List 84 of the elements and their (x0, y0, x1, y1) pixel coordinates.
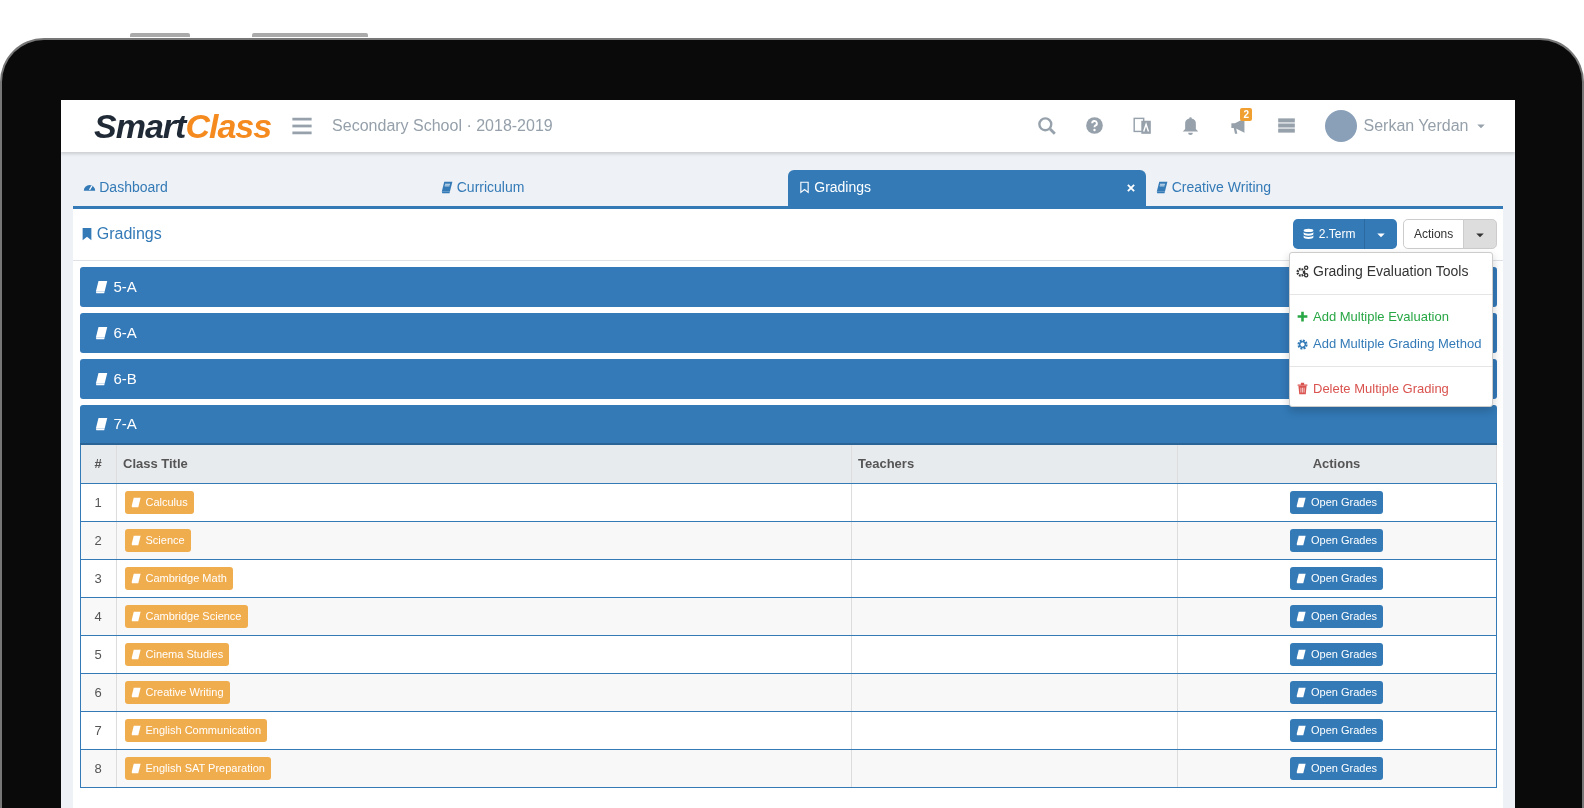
book-icon (1295, 724, 1307, 736)
menu-item[interactable]: Add Multiple Evaluation (1290, 302, 1492, 331)
logo[interactable]: SmartClass (94, 108, 272, 143)
row-number: 5 (80, 635, 116, 674)
translate-icon[interactable] (1133, 116, 1152, 136)
tab[interactable]: Gradings (788, 169, 1146, 206)
menu-item[interactable]: Delete Multiple Grading (1290, 374, 1492, 403)
class-title-label: Calculus (124, 491, 194, 514)
tab[interactable]: Curriculum (430, 169, 788, 206)
actions-dropdown-toggle[interactable] (1463, 219, 1497, 250)
book-icon (1295, 572, 1307, 584)
book-icon (1295, 534, 1307, 546)
class-title-label: Cambridge Math (124, 567, 233, 590)
book-icon (1295, 648, 1307, 660)
gears-icon (1296, 264, 1309, 278)
database-icon (1302, 227, 1316, 241)
book-icon (130, 686, 142, 698)
column-header: Teachers (851, 445, 1177, 484)
book-icon (130, 724, 142, 736)
class-group-header[interactable]: 6-A (79, 313, 1285, 354)
class-group-header[interactable]: 6-B (79, 359, 1285, 400)
open-grades-button[interactable]: Open Grades (1289, 757, 1383, 780)
open-grades-button[interactable]: Open Grades (1289, 605, 1383, 628)
actions-button[interactable]: Actions (1403, 219, 1464, 250)
class-group-header[interactable]: 7-A (79, 405, 1497, 446)
book-icon (1295, 686, 1307, 698)
class-title-label: Science (124, 529, 191, 552)
book-icon (94, 372, 109, 387)
book-icon (94, 326, 109, 341)
book-icon (94, 417, 109, 432)
book-icon (1295, 496, 1307, 508)
column-header: # (80, 445, 116, 484)
open-grades-button[interactable]: Open Grades (1289, 643, 1383, 666)
gear-icon (1296, 337, 1309, 351)
row-number: 7 (80, 711, 116, 750)
bookmark-icon (798, 181, 811, 195)
open-grades-button[interactable]: Open Grades (1289, 529, 1383, 552)
bell-icon[interactable] (1181, 116, 1200, 136)
menu-item[interactable]: Add Multiple Grading Method (1290, 330, 1492, 358)
book-icon (1295, 610, 1307, 622)
book-icon (130, 496, 142, 508)
open-grades-button[interactable]: Open Grades (1289, 567, 1383, 590)
class-title-label: Cambridge Science (124, 605, 248, 628)
user-name[interactable]: Serkan Yerdan (1363, 113, 1469, 138)
row-number: 1 (80, 483, 116, 522)
close-icon[interactable] (1125, 182, 1136, 193)
book-icon (1295, 762, 1307, 774)
book-icon (1155, 181, 1169, 195)
server-icon[interactable] (1277, 116, 1296, 136)
search-icon[interactable] (1037, 116, 1056, 136)
book-icon (130, 762, 142, 774)
plus-icon (1296, 310, 1309, 324)
open-grades-button[interactable]: Open Grades (1289, 719, 1383, 742)
trash-icon (1296, 382, 1309, 396)
class-title-label: Cinema Studies (124, 643, 230, 666)
class-title-label: English SAT Preparation (124, 757, 271, 780)
book-icon (94, 280, 109, 295)
open-grades-button[interactable]: Open Grades (1289, 491, 1383, 514)
user-avatar[interactable] (1325, 109, 1357, 142)
book-icon (130, 534, 142, 546)
row-number: 8 (80, 749, 116, 788)
term-dropdown-toggle[interactable] (1364, 219, 1397, 250)
term-button[interactable]: 2.Term (1292, 219, 1366, 250)
book-icon (440, 181, 454, 195)
school-year-title: Secondary School · 2018-2019 (332, 115, 553, 136)
book-icon (130, 648, 142, 660)
book-icon (130, 572, 142, 584)
class-title-label: English Communication (124, 719, 268, 742)
book-icon (130, 610, 142, 622)
open-grades-button[interactable]: Open Grades (1289, 681, 1383, 704)
row-number: 2 (80, 521, 116, 560)
tab[interactable]: Dashboard (73, 169, 431, 206)
class-title-label: Creative Writing (124, 681, 230, 704)
notification-badge: 2 (1240, 108, 1252, 122)
menu-item[interactable]: Grading Evaluation Tools (1290, 256, 1492, 286)
row-number: 4 (80, 597, 116, 636)
row-number: 6 (80, 673, 116, 712)
tab[interactable]: Creative Writing (1145, 169, 1503, 206)
page-title: Gradings (96, 224, 162, 245)
column-header: Class Title (116, 445, 851, 484)
column-header: Actions (1177, 445, 1496, 484)
help-icon[interactable] (1085, 116, 1104, 136)
class-group-header[interactable]: 5-A (79, 267, 1285, 308)
row-number: 3 (80, 559, 116, 598)
